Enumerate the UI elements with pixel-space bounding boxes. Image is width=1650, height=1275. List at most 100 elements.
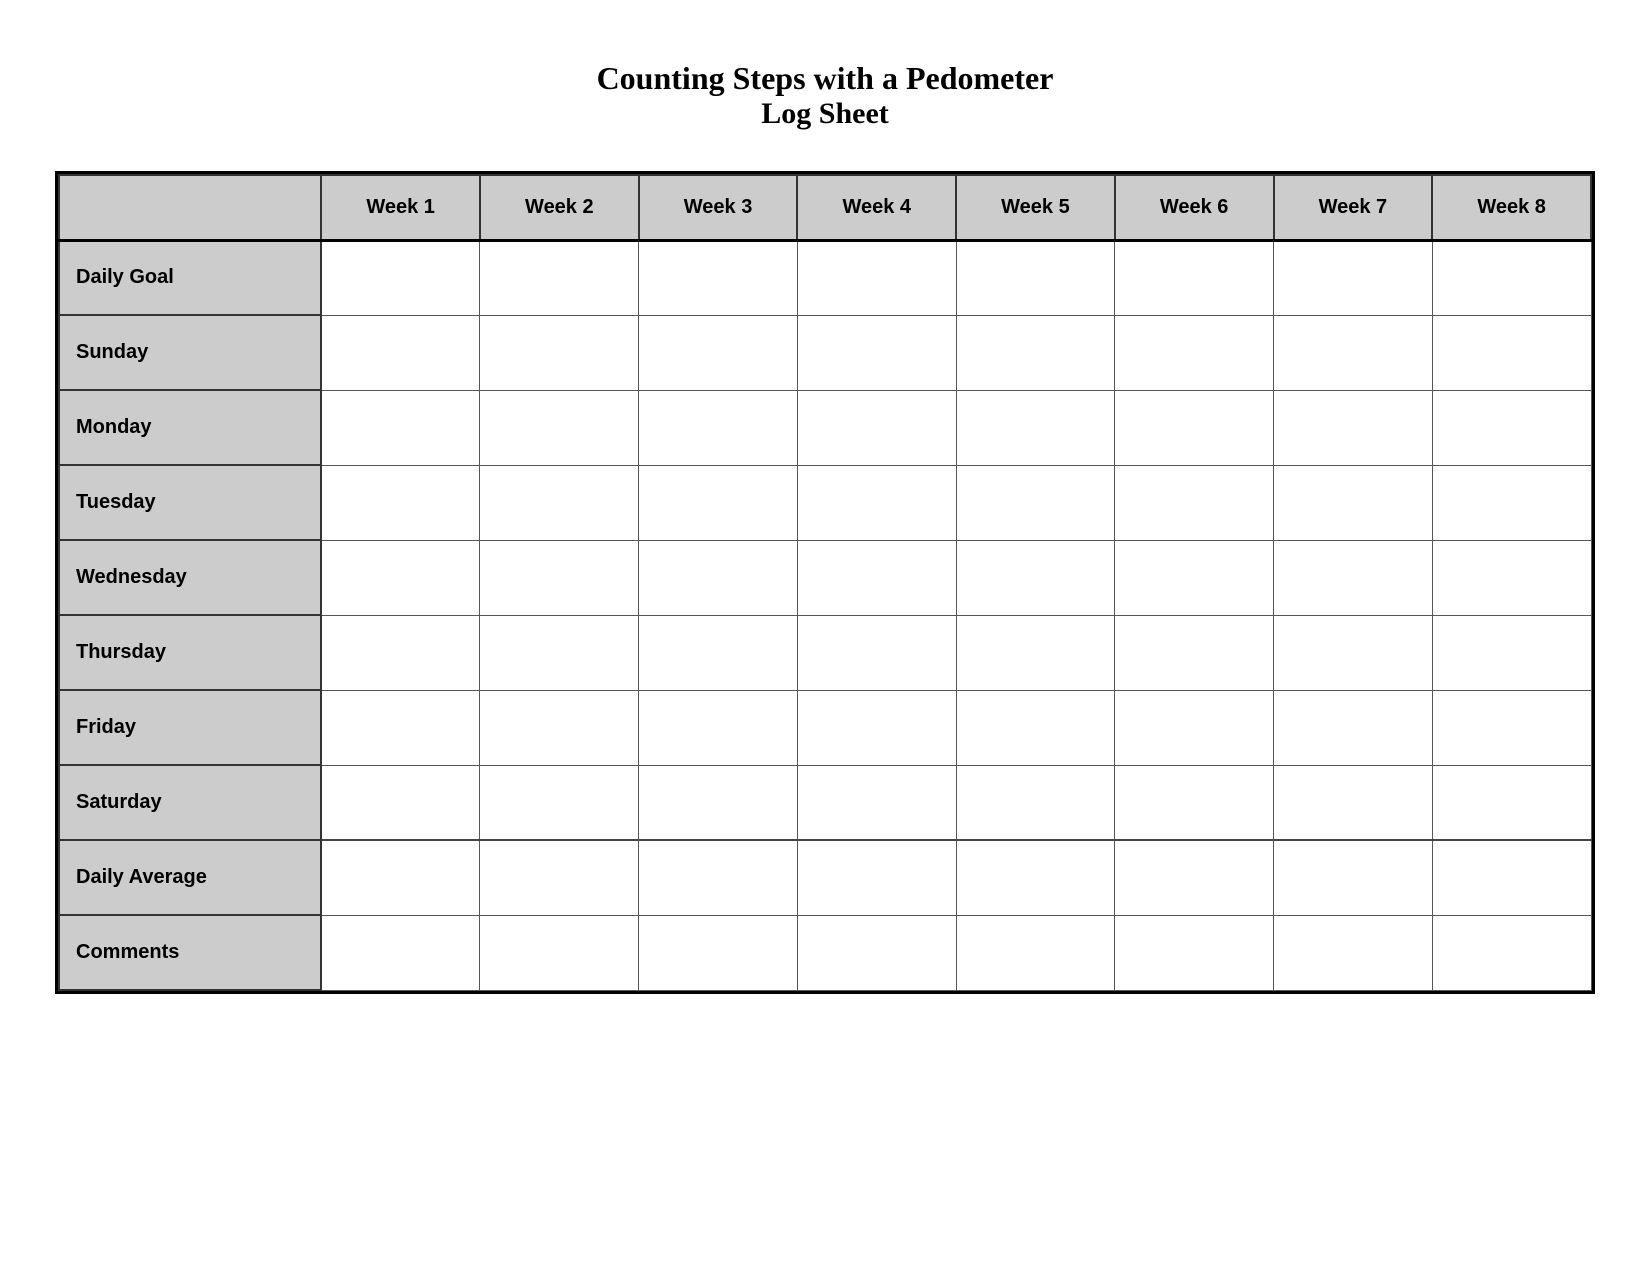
sunday-week5[interactable] — [956, 315, 1115, 390]
sunday-week2[interactable] — [480, 315, 639, 390]
friday-week8[interactable] — [1432, 690, 1591, 765]
monday-week2[interactable] — [480, 390, 639, 465]
wednesday-week7[interactable] — [1274, 540, 1433, 615]
daily-goal-week6[interactable] — [1115, 240, 1274, 315]
log-table: Week 1 Week 2 Week 3 Week 4 Week 5 Week … — [58, 174, 1592, 991]
sunday-label: Sunday — [59, 315, 321, 390]
tuesday-label: Tuesday — [59, 465, 321, 540]
daily-goal-week4[interactable] — [797, 240, 956, 315]
thursday-row: Thursday — [59, 615, 1591, 690]
tuesday-week7[interactable] — [1274, 465, 1433, 540]
daily-average-week7[interactable] — [1274, 840, 1433, 915]
daily-goal-label: Daily Goal — [59, 240, 321, 315]
thursday-week5[interactable] — [956, 615, 1115, 690]
wednesday-week6[interactable] — [1115, 540, 1274, 615]
comments-week3[interactable] — [639, 915, 798, 990]
sunday-week8[interactable] — [1432, 315, 1591, 390]
daily-average-week5[interactable] — [956, 840, 1115, 915]
monday-label: Monday — [59, 390, 321, 465]
daily-goal-row: Daily Goal — [59, 240, 1591, 315]
friday-week7[interactable] — [1274, 690, 1433, 765]
sunday-week3[interactable] — [639, 315, 798, 390]
monday-week8[interactable] — [1432, 390, 1591, 465]
week-3-header: Week 3 — [639, 175, 798, 240]
wednesday-week8[interactable] — [1432, 540, 1591, 615]
wednesday-week1[interactable] — [321, 540, 480, 615]
comments-week4[interactable] — [797, 915, 956, 990]
saturday-week8[interactable] — [1432, 765, 1591, 840]
daily-average-week3[interactable] — [639, 840, 798, 915]
tuesday-week1[interactable] — [321, 465, 480, 540]
thursday-week1[interactable] — [321, 615, 480, 690]
comments-week5[interactable] — [956, 915, 1115, 990]
daily-average-week1[interactable] — [321, 840, 480, 915]
saturday-week3[interactable] — [639, 765, 798, 840]
daily-goal-week2[interactable] — [480, 240, 639, 315]
monday-week3[interactable] — [639, 390, 798, 465]
daily-goal-week5[interactable] — [956, 240, 1115, 315]
daily-goal-week8[interactable] — [1432, 240, 1591, 315]
page-title: Counting Steps with a Pedometer Log Shee… — [597, 60, 1054, 131]
saturday-week7[interactable] — [1274, 765, 1433, 840]
friday-week3[interactable] — [639, 690, 798, 765]
daily-goal-week7[interactable] — [1274, 240, 1433, 315]
daily-average-row: Daily Average — [59, 840, 1591, 915]
wednesday-week3[interactable] — [639, 540, 798, 615]
thursday-week2[interactable] — [480, 615, 639, 690]
thursday-week8[interactable] — [1432, 615, 1591, 690]
tuesday-week6[interactable] — [1115, 465, 1274, 540]
tuesday-week8[interactable] — [1432, 465, 1591, 540]
saturday-week4[interactable] — [797, 765, 956, 840]
friday-week2[interactable] — [480, 690, 639, 765]
sunday-week7[interactable] — [1274, 315, 1433, 390]
saturday-week2[interactable] — [480, 765, 639, 840]
sunday-row: Sunday — [59, 315, 1591, 390]
sunday-week1[interactable] — [321, 315, 480, 390]
friday-week4[interactable] — [797, 690, 956, 765]
thursday-week6[interactable] — [1115, 615, 1274, 690]
daily-average-week6[interactable] — [1115, 840, 1274, 915]
friday-week1[interactable] — [321, 690, 480, 765]
comments-week1[interactable] — [321, 915, 480, 990]
tuesday-week4[interactable] — [797, 465, 956, 540]
thursday-week3[interactable] — [639, 615, 798, 690]
sunday-week6[interactable] — [1115, 315, 1274, 390]
friday-week5[interactable] — [956, 690, 1115, 765]
comments-week6[interactable] — [1115, 915, 1274, 990]
friday-row: Friday — [59, 690, 1591, 765]
saturday-week1[interactable] — [321, 765, 480, 840]
wednesday-week2[interactable] — [480, 540, 639, 615]
monday-week4[interactable] — [797, 390, 956, 465]
tuesday-week3[interactable] — [639, 465, 798, 540]
comments-label: Comments — [59, 915, 321, 990]
sub-title: Log Sheet — [597, 97, 1054, 131]
thursday-week4[interactable] — [797, 615, 956, 690]
monday-week5[interactable] — [956, 390, 1115, 465]
thursday-week7[interactable] — [1274, 615, 1433, 690]
tuesday-week5[interactable] — [956, 465, 1115, 540]
tuesday-row: Tuesday — [59, 465, 1591, 540]
week-7-header: Week 7 — [1274, 175, 1433, 240]
saturday-week5[interactable] — [956, 765, 1115, 840]
daily-average-week8[interactable] — [1432, 840, 1591, 915]
daily-goal-week1[interactable] — [321, 240, 480, 315]
thursday-label: Thursday — [59, 615, 321, 690]
saturday-label: Saturday — [59, 765, 321, 840]
comments-week8[interactable] — [1432, 915, 1591, 990]
wednesday-label: Wednesday — [59, 540, 321, 615]
daily-goal-week3[interactable] — [639, 240, 798, 315]
comments-week2[interactable] — [480, 915, 639, 990]
sunday-week4[interactable] — [797, 315, 956, 390]
monday-week7[interactable] — [1274, 390, 1433, 465]
friday-week6[interactable] — [1115, 690, 1274, 765]
wednesday-week4[interactable] — [797, 540, 956, 615]
wednesday-week5[interactable] — [956, 540, 1115, 615]
tuesday-week2[interactable] — [480, 465, 639, 540]
daily-average-week2[interactable] — [480, 840, 639, 915]
daily-average-week4[interactable] — [797, 840, 956, 915]
comments-week7[interactable] — [1274, 915, 1433, 990]
corner-header — [59, 175, 321, 240]
saturday-week6[interactable] — [1115, 765, 1274, 840]
monday-week6[interactable] — [1115, 390, 1274, 465]
monday-week1[interactable] — [321, 390, 480, 465]
